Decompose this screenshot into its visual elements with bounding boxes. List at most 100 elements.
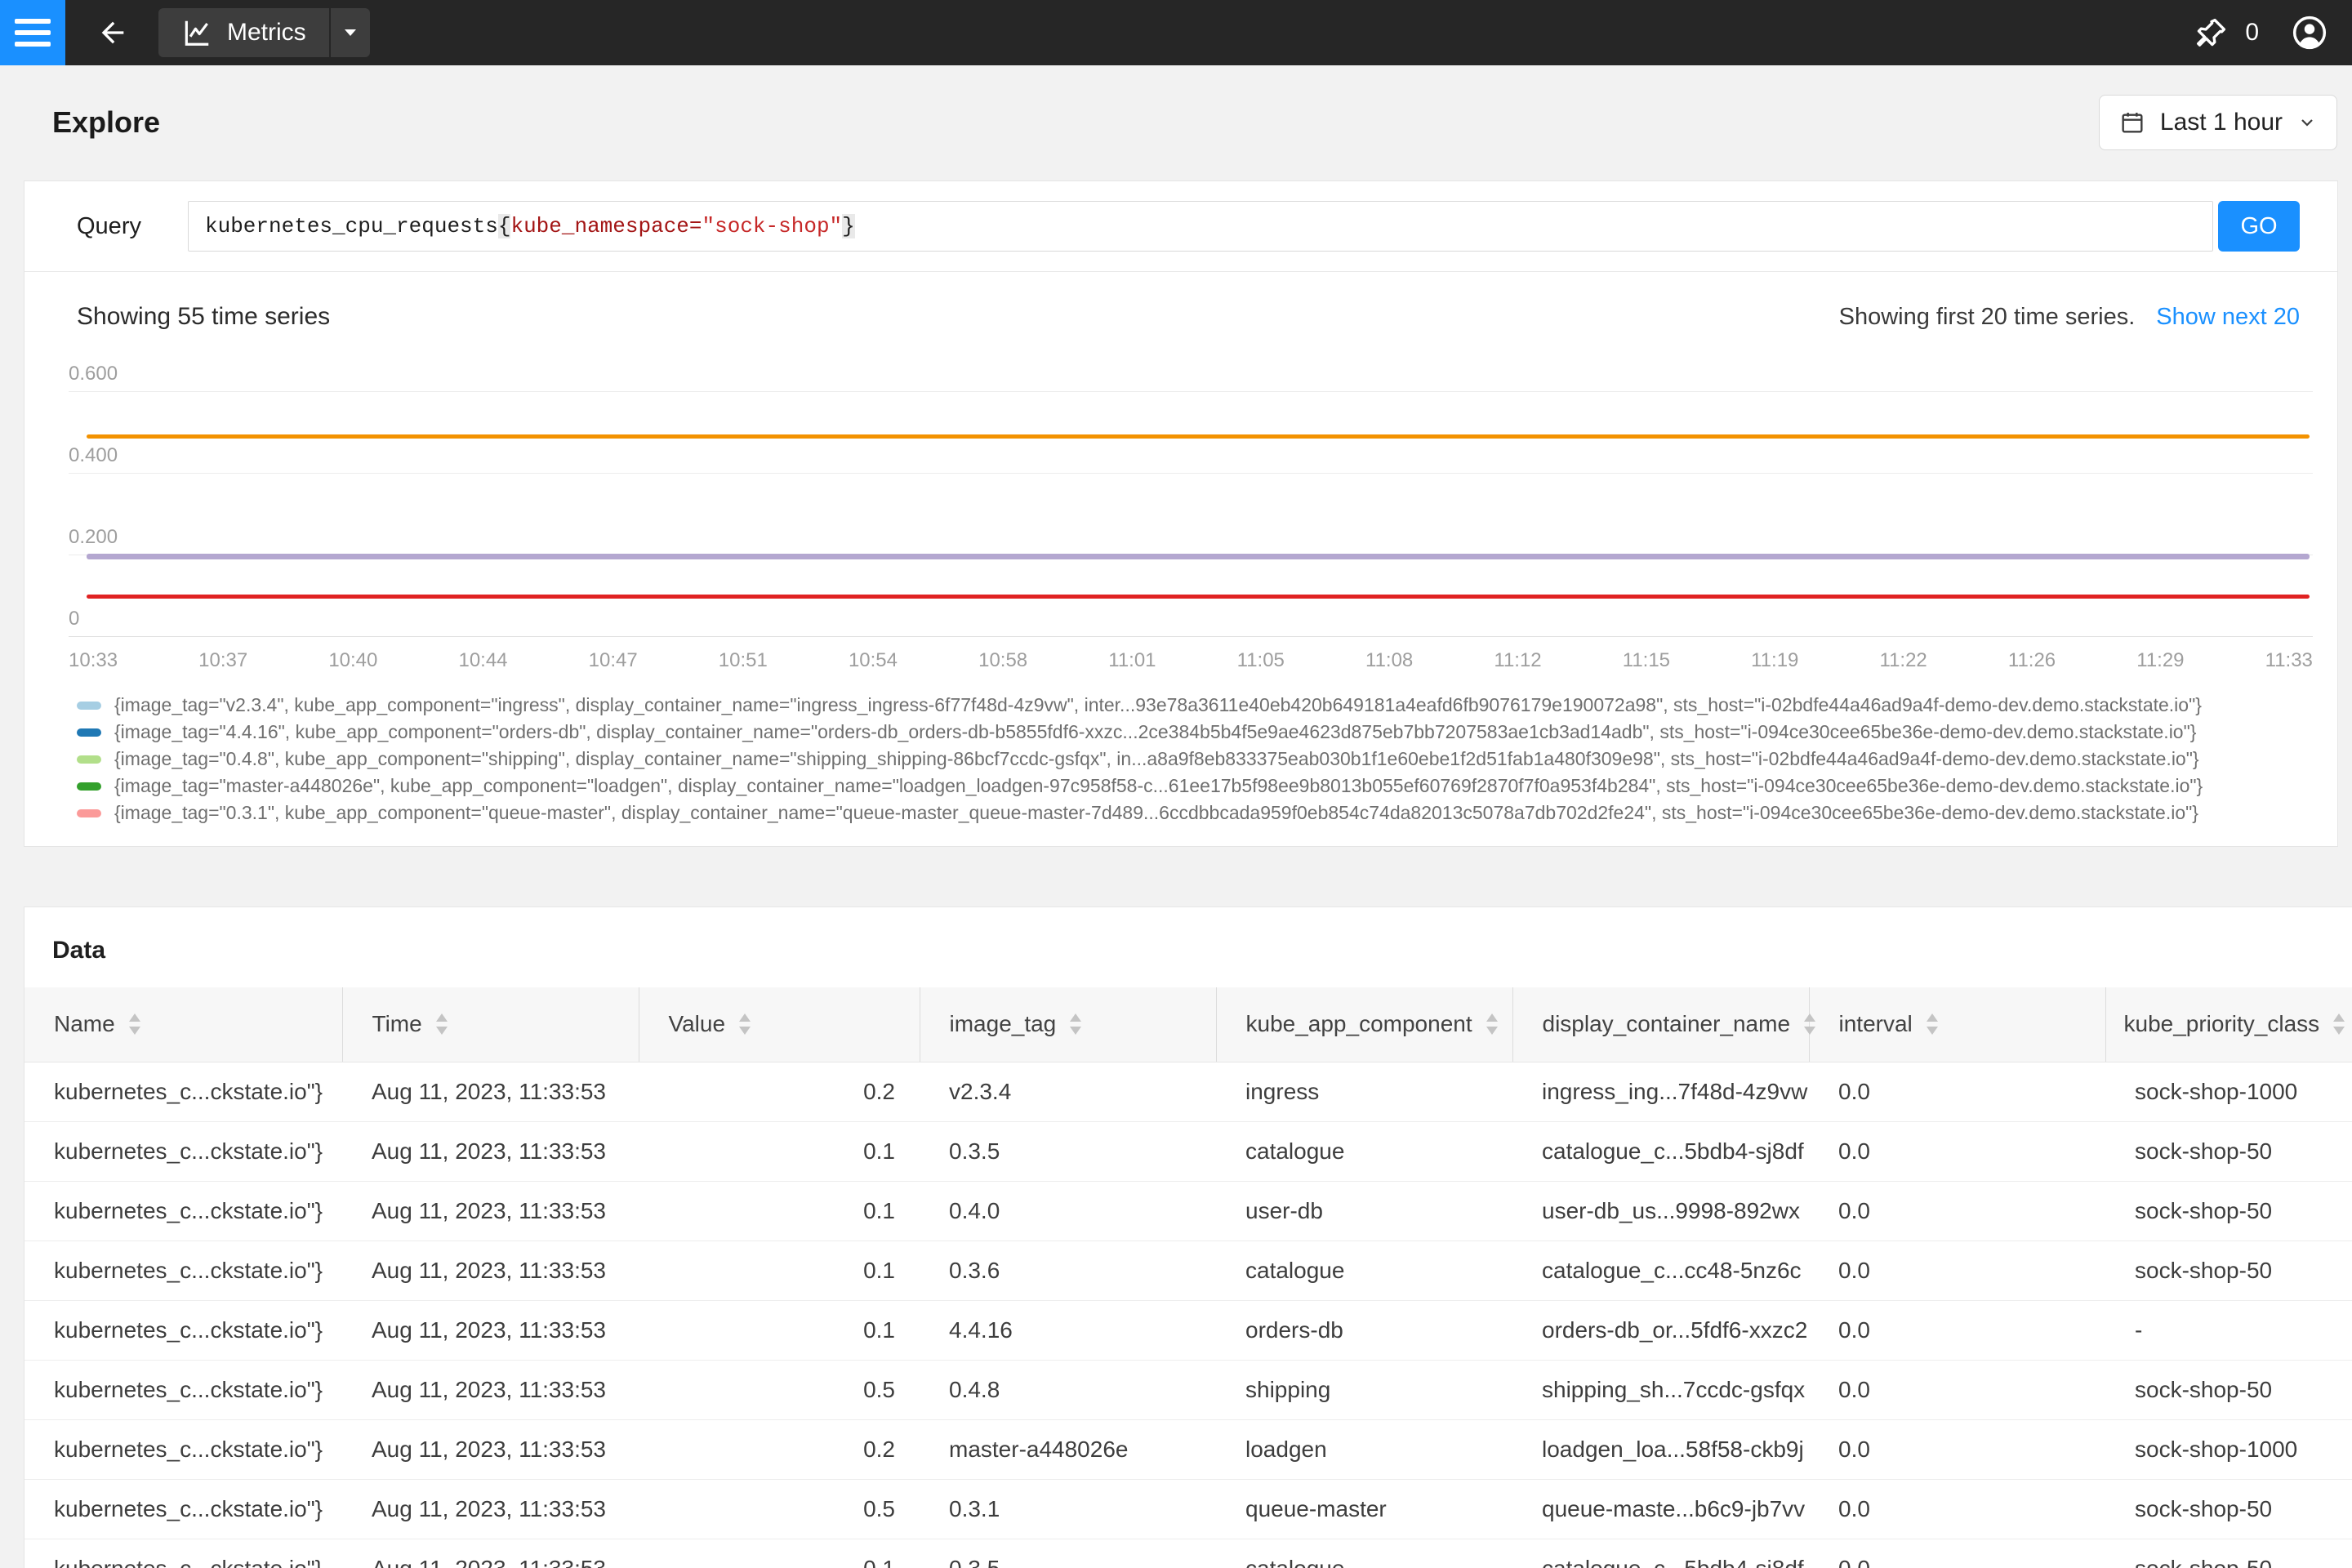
pin-count-badge: 0 [2245, 19, 2259, 47]
x-axis-tick-label: 11:05 [1237, 649, 1285, 672]
top-bar: Metrics 0 [0, 0, 2352, 65]
query-token-string-value: "sock-shop" [702, 214, 843, 238]
table-cell: 4.4.16 [920, 1300, 1216, 1360]
y-axis-tick-label: 0.200 [69, 526, 118, 549]
table-cell: 0.1 [639, 1121, 920, 1181]
table-cell: Aug 11, 2023, 11:33:53 [342, 1539, 639, 1568]
hamburger-menu-button[interactable] [0, 0, 65, 65]
table-cell: shipping [1216, 1360, 1512, 1419]
column-header-label: kube_app_component [1246, 1011, 1472, 1036]
column-header-label: Value [669, 1011, 726, 1036]
user-profile-button[interactable] [2292, 15, 2328, 51]
query-token-open-brace: { [498, 214, 511, 238]
table-row: kubernetes_c...ckstate.io"}Aug 11, 2023,… [24, 1062, 2352, 1121]
arrow-left-icon [96, 16, 129, 49]
column-header[interactable]: display_container_name [1512, 987, 1809, 1062]
table-cell: kubernetes_c...ckstate.io"} [24, 1062, 342, 1121]
table-cell: 0.0 [1809, 1062, 2105, 1121]
legend-item[interactable]: {image_tag="master-a448026e", kube_app_c… [77, 773, 2310, 800]
metrics-dropdown-button[interactable] [331, 8, 370, 57]
table-cell: kubernetes_c...ckstate.io"} [24, 1360, 342, 1419]
table-cell: 0.4.0 [920, 1181, 1216, 1241]
legend-label: {image_tag="v2.3.4", kube_app_component=… [114, 694, 2202, 716]
x-axis-tick-label: 10:58 [978, 649, 1027, 672]
legend-label: {image_tag="0.4.8", kube_app_component="… [114, 748, 2199, 770]
legend-color-swatch [77, 809, 101, 817]
table-cell: 0.0 [1809, 1121, 2105, 1181]
table-cell: 0.0 [1809, 1419, 2105, 1479]
table-cell: ingress [1216, 1062, 1512, 1121]
table-cell: user-db_us...9998-892wx [1512, 1181, 1809, 1241]
column-header[interactable]: kube_priority_class [2105, 987, 2352, 1062]
back-button[interactable] [96, 16, 129, 49]
x-axis-tick-label: 11:26 [2008, 649, 2056, 672]
y-axis-tick-label: 0 [69, 608, 79, 630]
x-axis-tick-label: 10:33 [69, 649, 118, 672]
table-cell: kubernetes_c...ckstate.io"} [24, 1539, 342, 1568]
data-card: Data Name Time Value image_tag kube_app_comp… [24, 907, 2352, 1568]
table-cell: 0.0 [1809, 1300, 2105, 1360]
x-axis-tick-label: 10:44 [458, 649, 507, 672]
sort-icon [435, 1013, 448, 1035]
pinned-items[interactable]: 0 [2194, 16, 2259, 50]
legend-color-swatch [77, 702, 101, 710]
column-header-label: Time [372, 1011, 422, 1036]
x-axis-tick-label: 11:01 [1108, 649, 1156, 672]
legend-item[interactable]: {image_tag="0.3.1", kube_app_component="… [77, 800, 2310, 826]
metrics-button-label: Metrics [227, 19, 306, 47]
table-cell: - [2105, 1300, 2352, 1360]
table-cell: sock-shop-50 [2105, 1539, 2352, 1568]
table-cell: 0.5 [639, 1479, 920, 1539]
table-cell: 0.3.5 [920, 1539, 1216, 1568]
column-header[interactable]: Value [639, 987, 920, 1062]
table-cell: Aug 11, 2023, 11:33:53 [342, 1062, 639, 1121]
query-label: Query [77, 213, 188, 240]
user-avatar-icon [2292, 15, 2328, 51]
grid-line: 0.600 [69, 391, 2313, 392]
chevron-down-icon [345, 29, 356, 36]
table-cell: 0.3.6 [920, 1241, 1216, 1300]
table-cell: kubernetes_c...ckstate.io"} [24, 1181, 342, 1241]
table-cell: master-a448026e [920, 1419, 1216, 1479]
x-axis-tick-label: 10:40 [328, 649, 377, 672]
data-section-title: Data [24, 907, 2352, 987]
sort-icon [1803, 1013, 1816, 1035]
query-input[interactable]: kubernetes_cpu_requests{kube_namespace="… [188, 201, 2213, 252]
table-row: kubernetes_c...ckstate.io"}Aug 11, 2023,… [24, 1241, 2352, 1300]
table-cell: orders-db [1216, 1300, 1512, 1360]
legend-item[interactable]: {image_tag="v2.3.4", kube_app_component=… [77, 692, 2310, 719]
x-axis-tick-label: 11:33 [2265, 649, 2313, 672]
time-range-label: Last 1 hour [2160, 109, 2283, 136]
column-header[interactable]: interval [1809, 987, 2105, 1062]
table-cell: sock-shop-50 [2105, 1360, 2352, 1419]
legend-color-swatch [77, 782, 101, 791]
legend-item[interactable]: {image_tag="4.4.16", kube_app_component=… [77, 719, 2310, 746]
column-header[interactable]: kube_app_component [1216, 987, 1512, 1062]
table-cell: Aug 11, 2023, 11:33:53 [342, 1360, 639, 1419]
column-header[interactable]: image_tag [920, 987, 1216, 1062]
metrics-button[interactable]: Metrics [158, 8, 329, 57]
table-cell: kubernetes_c...ckstate.io"} [24, 1479, 342, 1539]
x-axis-tick-label: 11:08 [1365, 649, 1413, 672]
go-button[interactable]: GO [2218, 201, 2300, 252]
table-cell: 0.0 [1809, 1479, 2105, 1539]
series-header: Showing 55 time series Showing first 20 … [24, 272, 2337, 329]
column-header[interactable]: Time [342, 987, 639, 1062]
table-cell: Aug 11, 2023, 11:33:53 [342, 1181, 639, 1241]
table-cell: 0.1 [639, 1181, 920, 1241]
sort-icon [128, 1013, 141, 1035]
table-cell: sock-shop-50 [2105, 1121, 2352, 1181]
legend-item[interactable]: {image_tag="0.4.8", kube_app_component="… [77, 746, 2310, 773]
table-cell: shipping_sh...7ccdc-gsfqx [1512, 1360, 1809, 1419]
table-cell: catalogue_c...5bdb4-sj8df [1512, 1121, 1809, 1181]
sort-icon [2332, 1013, 2345, 1035]
table-cell: catalogue [1216, 1539, 1512, 1568]
column-header[interactable]: Name [24, 987, 342, 1062]
query-token-metric: kubernetes_cpu_requests [205, 214, 498, 238]
table-cell: sock-shop-1000 [2105, 1062, 2352, 1121]
calendar-icon [2119, 109, 2145, 136]
chart-plot: 0.6000.4000.200010:3310:3710:4010:4410:4… [49, 329, 2323, 688]
time-range-picker[interactable]: Last 1 hour [2099, 95, 2337, 150]
table-cell: Aug 11, 2023, 11:33:53 [342, 1241, 639, 1300]
show-next-link[interactable]: Show next 20 [2156, 304, 2300, 331]
